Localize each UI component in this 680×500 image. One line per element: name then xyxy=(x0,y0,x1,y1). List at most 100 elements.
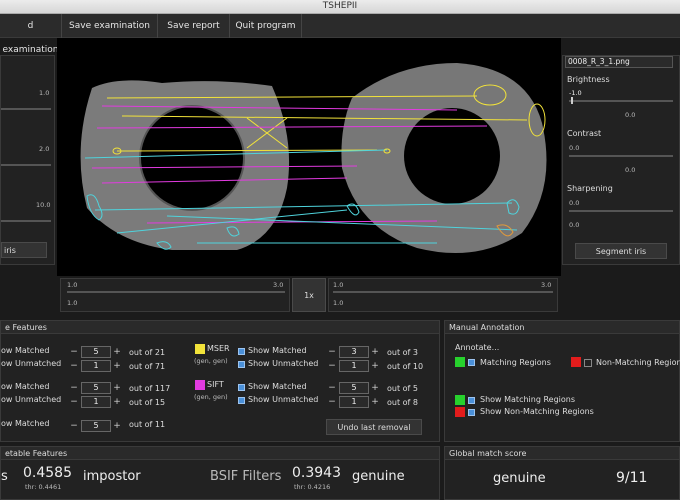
brightness-slider-handle[interactable] xyxy=(571,97,573,104)
decrement-button[interactable]: − xyxy=(69,360,79,372)
stepper-value[interactable]: 1 xyxy=(81,396,111,408)
filename-field[interactable]: 0008_R_3_1.png xyxy=(565,56,673,68)
show-matching-regions-label[interactable]: Show Matching Regions xyxy=(480,395,575,404)
stepper-value[interactable]: 5 xyxy=(81,382,111,394)
row1-unmatched-label[interactable]: ow Unmatched xyxy=(1,359,61,368)
mser-sub: (gen, gen) xyxy=(194,357,228,365)
row2-matched-stepper[interactable]: − 5 + xyxy=(69,382,125,394)
mser-label: MSER xyxy=(207,344,230,353)
show-non-matching-regions-label[interactable]: Show Non-Matching Regions xyxy=(480,407,594,416)
row1-unmatched-count: out of 71 xyxy=(129,362,166,371)
save-examination-button[interactable]: Save examination xyxy=(62,14,158,38)
global-verdict: genuine xyxy=(493,471,546,486)
non-matching-regions-label[interactable]: Non-Matching Regions xyxy=(596,358,680,367)
increment-button[interactable]: + xyxy=(370,360,380,372)
decrement-button[interactable]: − xyxy=(327,360,337,372)
decrement-button[interactable]: − xyxy=(69,396,79,408)
sift-show-unmatched-checkbox[interactable] xyxy=(238,397,245,404)
row3-matched-count: out of 11 xyxy=(129,420,166,429)
decrement-button[interactable]: − xyxy=(327,396,337,408)
global-match-score-title: Global match score xyxy=(445,447,679,460)
sift-show-unmatched-label[interactable]: Show Unmatched xyxy=(248,395,318,404)
stepper-value[interactable]: 1 xyxy=(339,360,369,372)
sift-show-matched-label[interactable]: Show Matched xyxy=(248,382,307,391)
features-title: e Features xyxy=(1,321,439,334)
sift-unmatched-stepper[interactable]: − 1 + xyxy=(327,396,383,408)
segment-iris-button[interactable]: Segment iris xyxy=(575,243,667,259)
increment-button[interactable]: + xyxy=(112,360,122,372)
matching-region-swatch[interactable] xyxy=(455,357,465,367)
increment-button[interactable]: + xyxy=(112,346,122,358)
mser-matched-stepper[interactable]: − 3 + xyxy=(327,346,383,358)
increment-button[interactable]: + xyxy=(370,346,380,358)
mser-matched-count: out of 3 xyxy=(387,348,418,357)
matching-regions-checkbox[interactable] xyxy=(468,359,475,366)
iris-image-viewer[interactable] xyxy=(57,38,561,276)
bsif-threshold: thr: 0.4216 xyxy=(294,483,331,491)
row1-matched-label[interactable]: ow Matched xyxy=(1,346,49,355)
menu-bar: d examination Save examination Save repo… xyxy=(0,14,680,55)
bsif-label: BSIF Filters xyxy=(210,469,282,484)
increment-button[interactable]: + xyxy=(370,382,380,394)
left-score: 0.4585 xyxy=(23,465,72,481)
left-zoom-slider[interactable] xyxy=(67,291,285,293)
row2-unmatched-label[interactable]: ow Unmatched xyxy=(1,395,61,404)
increment-button[interactable]: + xyxy=(112,396,122,408)
mser-show-unmatched-label[interactable]: Show Unmatched xyxy=(248,359,318,368)
matching-regions-label[interactable]: Matching Regions xyxy=(480,358,551,367)
increment-button[interactable]: + xyxy=(112,382,122,394)
stepper-value[interactable]: 5 xyxy=(81,420,111,432)
right-zoom-slider[interactable] xyxy=(333,291,553,293)
mser-show-matched-label[interactable]: Show Matched xyxy=(248,346,307,355)
stepper-value[interactable]: 5 xyxy=(81,346,111,358)
stepper-value[interactable]: 3 xyxy=(339,346,369,358)
left-slider-3[interactable] xyxy=(1,220,51,222)
quit-program-button[interactable]: Quit program xyxy=(230,14,302,38)
row1-matched-count: out of 21 xyxy=(129,348,166,357)
increment-button[interactable]: + xyxy=(112,420,122,432)
row1-unmatched-stepper[interactable]: − 1 + xyxy=(69,360,125,372)
stepper-value[interactable]: 1 xyxy=(81,360,111,372)
increment-button[interactable]: + xyxy=(370,396,380,408)
stepper-value[interactable]: 1 xyxy=(339,396,369,408)
decrement-button[interactable]: − xyxy=(327,382,337,394)
left-method-label: s xyxy=(1,469,8,484)
window-title: TSHEPII xyxy=(322,1,358,11)
show-matching-regions-checkbox[interactable] xyxy=(468,397,475,404)
row3-matched-stepper[interactable]: − 5 + xyxy=(69,420,125,432)
row2-unmatched-stepper[interactable]: − 1 + xyxy=(69,396,125,408)
non-matching-region-swatch[interactable] xyxy=(571,357,581,367)
sharpening-slider[interactable] xyxy=(569,210,673,212)
mser-show-matched-checkbox[interactable] xyxy=(238,348,245,355)
mser-unmatched-stepper[interactable]: − 1 + xyxy=(327,360,383,372)
left-slider-2[interactable] xyxy=(1,164,51,166)
undo-last-removal-button[interactable]: Undo last removal xyxy=(326,419,422,435)
stepper-value[interactable]: 5 xyxy=(339,382,369,394)
sift-label: SIFT xyxy=(207,380,224,389)
save-report-button[interactable]: Save report xyxy=(158,14,230,38)
decrement-button[interactable]: − xyxy=(69,346,79,358)
zoom-1x-button[interactable]: 1x xyxy=(292,278,326,312)
show-non-matching-regions-checkbox[interactable] xyxy=(468,409,475,416)
sharpening-label: Sharpening xyxy=(567,184,613,193)
row2-matched-label[interactable]: ow Matched xyxy=(1,382,49,391)
left-slider-1[interactable] xyxy=(1,108,51,110)
show-non-matching-swatch xyxy=(455,407,465,417)
sift-matched-stepper[interactable]: − 5 + xyxy=(327,382,383,394)
decrement-button[interactable]: − xyxy=(327,346,337,358)
mser-show-unmatched-checkbox[interactable] xyxy=(238,361,245,368)
left-zoom-min: 1.0 xyxy=(67,281,78,289)
row2-unmatched-count: out of 15 xyxy=(129,398,166,407)
decrement-button[interactable]: − xyxy=(69,420,79,432)
non-matching-regions-checkbox[interactable] xyxy=(584,359,592,367)
left-segment-iris-button[interactable]: iris xyxy=(1,242,47,258)
row1-matched-stepper[interactable]: − 5 + xyxy=(69,346,125,358)
contrast-slider[interactable] xyxy=(569,155,673,157)
load-examination-button[interactable]: d examination xyxy=(0,14,62,55)
row3-matched-label[interactable]: ow Matched xyxy=(1,419,49,428)
decrement-button[interactable]: − xyxy=(69,382,79,394)
left-adjust-panel: 1.0 2.0 10.0 iris xyxy=(0,55,55,265)
bsif-verdict: genuine xyxy=(352,469,405,484)
sift-show-matched-checkbox[interactable] xyxy=(238,384,245,391)
brightness-slider[interactable] xyxy=(569,100,673,102)
